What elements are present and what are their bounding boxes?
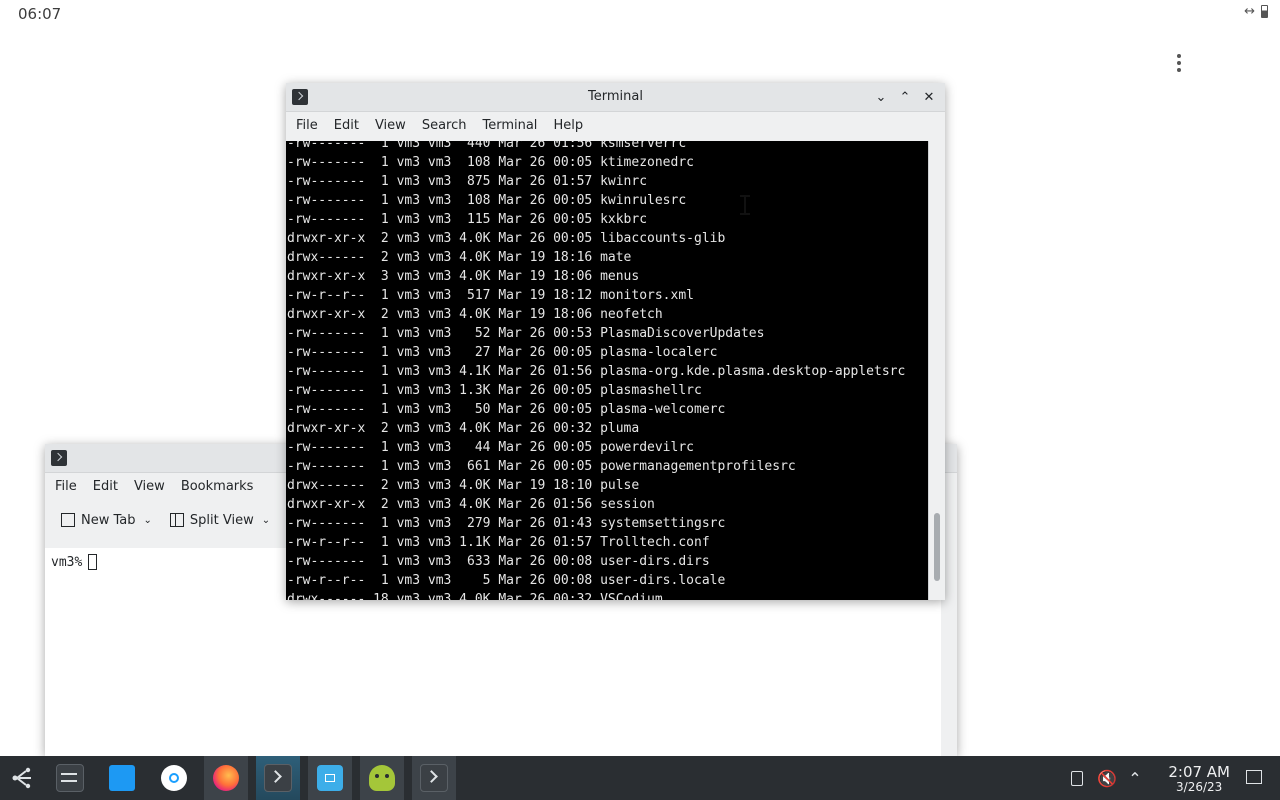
terminal-scrollbar[interactable] — [928, 141, 945, 600]
status-time: 06:07 — [18, 5, 62, 23]
chevron-down-icon: ⌄ — [261, 514, 271, 526]
scrollbar-thumb[interactable] — [934, 513, 940, 581]
taskbar-konsole[interactable] — [256, 756, 300, 800]
show-desktop-icon[interactable] — [1246, 770, 1262, 784]
terminal-titlebar[interactable]: Terminal ⌄ ⌃ ✕ — [286, 83, 945, 112]
taskbar-android[interactable] — [360, 756, 404, 800]
new-tab-icon — [61, 513, 75, 527]
app-launcher-icon — [12, 767, 31, 789]
menu-terminal[interactable]: Terminal — [474, 112, 545, 140]
menu-file[interactable]: File — [47, 473, 85, 501]
terminal-menubar: File Edit View Search Terminal Help — [286, 112, 945, 140]
taskbar: 🔇 ⌃ 2:07 AM 3/26/23 — [0, 756, 1280, 800]
prompt-text: vm3% — [51, 554, 83, 570]
system-settings-icon — [56, 764, 84, 792]
taskbar-discover[interactable] — [100, 756, 144, 800]
terminal-output[interactable]: -rw------- 1 vm3 vm3 440 Mar 26 01:56 ks… — [286, 141, 929, 600]
terminal-text: -rw------- 1 vm3 vm3 440 Mar 26 01:56 ks… — [287, 141, 906, 600]
ibeam-cursor-icon — [740, 195, 750, 215]
close-icon: ✕ — [923, 89, 935, 105]
taskbar-firefox[interactable] — [204, 756, 248, 800]
network-icon: ↔ — [1244, 4, 1255, 19]
menu-help[interactable]: Help — [545, 112, 591, 140]
chevron-up-icon[interactable]: ⌃ — [1124, 756, 1146, 800]
taskbar-terminal[interactable] — [412, 756, 456, 800]
close-button[interactable]: ✕ — [919, 87, 939, 107]
konsole-app-icon — [51, 450, 67, 466]
dolphin-icon — [317, 765, 343, 791]
battery-icon — [1261, 5, 1268, 18]
menu-bookmarks[interactable]: Bookmarks — [173, 473, 262, 501]
menu-search[interactable]: Search — [414, 112, 475, 140]
split-view-button[interactable]: Split View ⌄ — [169, 512, 271, 528]
new-tab-label: New Tab — [81, 512, 136, 528]
taskbar-clock[interactable]: 2:07 AM 3/26/23 — [1168, 764, 1230, 794]
clock-date: 3/26/23 — [1176, 780, 1223, 794]
shell-prompt: vm3% — [51, 554, 98, 570]
status-icons: ↔ — [1244, 4, 1268, 19]
terminal-window[interactable]: Terminal ⌄ ⌃ ✕ File Edit View Search Ter… — [286, 83, 945, 600]
steam-icon — [161, 765, 187, 791]
clipboard-icon[interactable] — [1066, 756, 1088, 800]
terminal-icon — [420, 764, 448, 792]
minimize-button[interactable]: ⌄ — [871, 87, 891, 107]
taskbar-dolphin[interactable] — [308, 756, 352, 800]
split-view-label: Split View — [189, 512, 254, 528]
discover-icon — [109, 765, 135, 791]
chevron-down-icon: ⌄ — [875, 89, 887, 105]
chevron-down-icon: ⌄ — [143, 514, 152, 526]
volume-muted-icon[interactable]: 🔇 — [1096, 756, 1118, 800]
new-tab-button[interactable]: New Tab ⌄ — [61, 513, 152, 528]
chevron-up-icon: ⌃ — [899, 89, 911, 105]
clock-time: 2:07 AM — [1168, 763, 1230, 781]
firefox-icon — [213, 765, 239, 791]
maximize-button[interactable]: ⌃ — [895, 87, 915, 107]
overflow-menu-icon[interactable] — [1170, 52, 1188, 74]
konsole-icon — [264, 764, 292, 792]
app-launcher-button[interactable] — [0, 756, 44, 800]
menu-edit[interactable]: Edit — [85, 473, 126, 501]
taskbar-system-settings[interactable] — [48, 756, 92, 800]
window-title: Terminal — [588, 89, 643, 104]
split-view-icon — [169, 513, 184, 527]
menu-file[interactable]: File — [288, 112, 326, 140]
taskbar-steam[interactable] — [152, 756, 196, 800]
text-cursor — [88, 554, 98, 570]
menu-view[interactable]: View — [367, 112, 414, 140]
menu-edit[interactable]: Edit — [326, 112, 367, 140]
android-icon — [369, 765, 395, 791]
menu-view[interactable]: View — [126, 473, 173, 501]
